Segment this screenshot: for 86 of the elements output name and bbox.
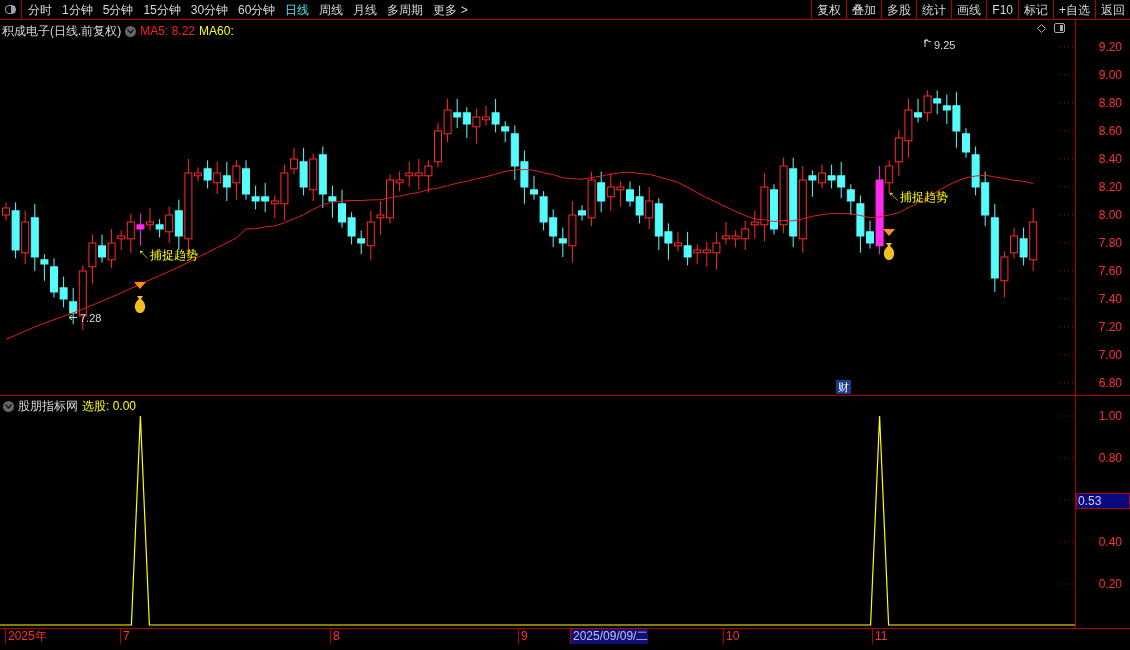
date-axis-label: 2025年 — [5, 629, 47, 644]
candlestick — [59, 276, 68, 308]
candlestick — [606, 172, 615, 212]
period-tab[interactable]: 30分钟 — [190, 0, 229, 19]
price-axis-label: 8.00 — [1098, 208, 1122, 222]
indicator-name: 股朋指标网 — [18, 398, 78, 415]
toolbar-button[interactable]: 叠加 — [846, 0, 882, 19]
money-bag-icon — [133, 280, 147, 314]
period-tab[interactable]: 多周期 — [387, 0, 424, 19]
ma60-value: MA60: — [199, 23, 234, 40]
date-axis-label: 7 — [120, 629, 130, 644]
candlestick — [654, 197, 663, 251]
price-axis-label: 8.20 — [1098, 180, 1122, 194]
candlestick — [645, 186, 654, 230]
price-axis-label: 9.00 — [1098, 68, 1122, 82]
candlestick — [222, 161, 231, 202]
price-axis-label: 7.80 — [1098, 236, 1122, 250]
candlestick — [933, 89, 942, 115]
candlestick — [136, 213, 145, 247]
ma5-value: MA5: 8.22 — [140, 23, 196, 40]
toolbar-button[interactable]: 复权 — [811, 0, 847, 19]
period-tab[interactable]: 60分钟 — [238, 0, 276, 19]
indicator-axis-label: 0.80 — [1098, 451, 1122, 465]
price-axis-label: 9.20 — [1098, 40, 1122, 54]
stock-title: 积成电子(日线.前复权) — [2, 23, 122, 40]
candlestick — [923, 89, 932, 122]
indicator-axis-label: 1.00 — [1098, 409, 1122, 423]
pointer-arrow-icon — [924, 39, 932, 48]
signal-label: ↖捕捉趋势 — [138, 247, 198, 264]
candlestick — [424, 159, 433, 194]
toolbar-button[interactable]: +自选 — [1053, 0, 1095, 19]
period-tab[interactable]: 周线 — [319, 0, 344, 19]
candlestick — [376, 200, 385, 236]
period-tab[interactable]: 1分钟 — [62, 0, 93, 19]
candlestick — [213, 161, 222, 195]
candlestick — [616, 180, 625, 208]
toolbar-button[interactable]: 画线 — [951, 0, 987, 19]
candlestick — [405, 161, 414, 188]
money-bag-icon — [882, 227, 896, 261]
indicator-axis-label: 0.20 — [1098, 577, 1122, 591]
toolbar-button[interactable]: 标记 — [1018, 0, 1053, 19]
dropdown-icon[interactable] — [3, 400, 14, 412]
price-axis-label: 8.40 — [1098, 152, 1122, 166]
panel-toggle-icon[interactable] — [1054, 23, 1065, 33]
date-axis-label: 8 — [330, 629, 340, 644]
price-axis-label: 7.20 — [1098, 320, 1122, 334]
date-axis-label: 9 — [518, 629, 528, 644]
toolbar-button[interactable]: 返回 — [1095, 0, 1130, 19]
period-tab[interactable]: 分时 — [28, 0, 52, 19]
price-axis-label: 7.40 — [1098, 292, 1122, 306]
price-axis-label: 7.00 — [1098, 348, 1122, 362]
candlestick — [635, 185, 644, 224]
period-tab[interactable]: 日线 — [285, 0, 310, 19]
candlestick — [21, 210, 30, 265]
candlestick — [597, 171, 606, 213]
period-tab[interactable]: 5分钟 — [102, 0, 134, 19]
indicator-reading: 选股: 0.00 — [82, 398, 137, 415]
date-axis-label: 10 — [723, 629, 740, 644]
price-axis-label: 6.80 — [1098, 376, 1122, 390]
candlestick — [232, 159, 241, 201]
period-tab[interactable]: 月线 — [353, 0, 378, 19]
dropdown-icon[interactable] — [125, 25, 137, 37]
candlestick — [462, 106, 471, 139]
signal-label: ↖捕捉趋势 — [888, 189, 948, 206]
toolbar-button[interactable]: 多股 — [881, 0, 917, 19]
toolbar-button[interactable]: F10 — [986, 0, 1018, 19]
candlestick — [549, 208, 558, 248]
period-tab[interactable]: 15分钟 — [143, 0, 181, 19]
cursor-value-label: 0.53 — [1076, 493, 1130, 509]
price-axis-label: 8.80 — [1098, 96, 1122, 110]
date-axis-label: 11 — [872, 629, 888, 644]
price-axis-label: 7.60 — [1098, 264, 1122, 278]
candlestick — [309, 152, 318, 202]
period-tab[interactable]: 更多 > — [433, 0, 468, 19]
candlestick — [347, 211, 356, 245]
diamond-icon[interactable] — [1037, 23, 1046, 33]
pointer-arrow-icon — [68, 314, 78, 321]
high-price-label: 9.25 — [934, 38, 956, 53]
toolbar-button[interactable]: 统计 — [916, 0, 952, 19]
date-axis-label: 2025/09/09/二 — [570, 629, 649, 644]
candlestick — [261, 182, 270, 213]
price-axis-label: 8.60 — [1098, 124, 1122, 138]
candlestick — [894, 129, 903, 177]
news-badge[interactable]: 财 — [836, 380, 851, 394]
candlestick — [414, 158, 423, 191]
indicator-axis-label: 0.40 — [1098, 535, 1122, 549]
